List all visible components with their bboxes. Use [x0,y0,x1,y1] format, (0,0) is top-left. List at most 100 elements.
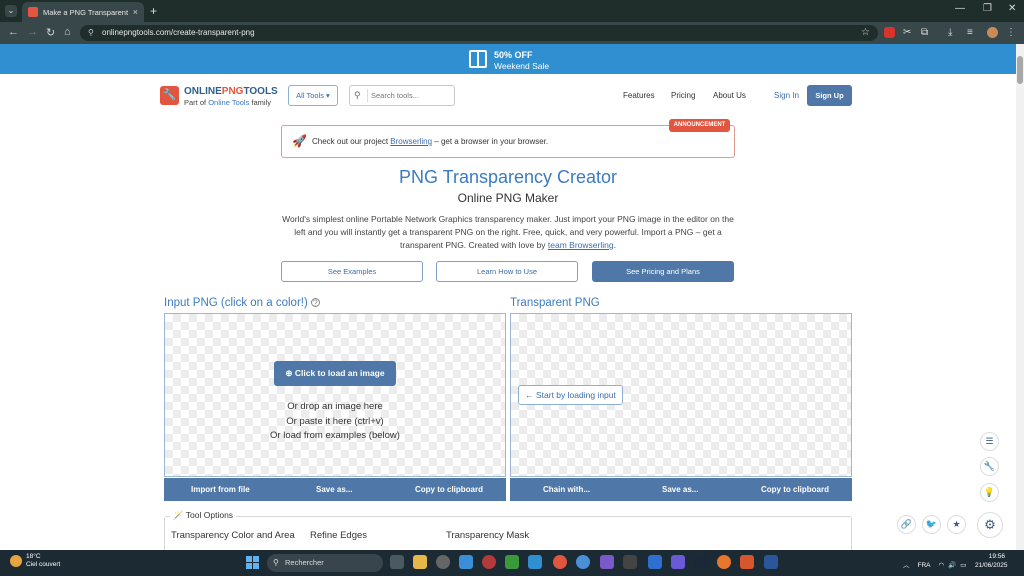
site-info-icon[interactable]: ⚲ [88,25,94,41]
app-icon[interactable] [459,555,473,569]
browserling-link[interactable]: Browserling [390,137,432,146]
reload-icon[interactable]: ↻ [46,26,55,39]
nav-features[interactable]: Features [623,91,655,100]
forward-icon[interactable]: → [27,26,38,38]
teams-icon[interactable] [671,555,685,569]
list-icon[interactable]: ☰ [980,432,999,451]
extension-puzzle-icon[interactable]: ✂ [903,27,914,38]
new-tab-button[interactable]: + [150,4,157,18]
input-image-area[interactable] [164,313,506,477]
settings-gear-icon[interactable]: ⚙ [977,512,1003,538]
download-icon[interactable]: ⤓ [948,27,959,38]
task-view-icon[interactable] [390,555,404,569]
app-icon[interactable] [648,555,662,569]
system-tray[interactable]: ︿ FRA ◠ 🔊 ▭ [903,559,966,569]
logo-subtitle: Part of Online Tools family [184,98,271,107]
team-browserling-link[interactable]: team Browserling [548,240,614,250]
tool-description: World's simplest online Portable Network… [279,213,737,252]
profile-avatar[interactable] [987,27,998,38]
maximize-icon[interactable]: ❐ [983,3,992,14]
input-save-as-button[interactable]: Save as... [316,485,352,494]
taskbar-search-icon: ⚲ [273,558,279,567]
start-loading-button[interactable]: ← Start by loading input [518,385,623,405]
tab-close-icon[interactable]: × [133,7,138,17]
help-icon[interactable]: ? [310,298,320,308]
app-icon[interactable] [528,555,542,569]
chrome-icon[interactable] [576,555,590,569]
wifi-icon[interactable]: ◠ [939,562,945,569]
volume-icon[interactable]: 🔊 [948,562,956,569]
link-icon[interactable]: 🔗 [897,515,916,534]
app-icon[interactable] [436,555,450,569]
learn-how-button[interactable]: Learn How to Use [436,261,578,282]
tab-search-icon[interactable]: ⌄ [5,5,17,17]
all-tools-dropdown[interactable]: All Tools ▾ [288,85,338,106]
browser-tab[interactable]: Make a PNG Transparent – Onl × [22,2,144,22]
sign-up-button[interactable]: Sign Up [807,85,852,106]
site-logo[interactable]: ONLINEPNGTOOLS [184,86,278,97]
bookmark-star-icon[interactable]: ☆ [861,25,870,41]
language-indicator[interactable]: FRA [918,562,931,569]
twitter-icon[interactable]: 🐦 [922,515,941,534]
app-icon[interactable] [740,555,754,569]
load-image-button[interactable]: ⊕ Click to load an image [274,361,396,386]
arrow-left-icon: ← [525,390,536,400]
logo-part3: TOOLS [243,86,278,97]
app-icon[interactable] [623,555,637,569]
chrome-icon[interactable] [553,555,567,569]
xbox-icon[interactable] [505,555,519,569]
nav-pricing[interactable]: Pricing [671,91,695,100]
drop-line: Or drop an image here [287,401,383,412]
output-copy-clipboard-button[interactable]: Copy to clipboard [761,485,829,494]
battery-icon[interactable]: ▭ [960,562,966,569]
home-icon[interactable]: ⌂ [64,26,71,38]
taskbar-search[interactable]: ⚲ Rechercher [267,554,383,572]
plus-circle-icon: ⊕ [285,368,295,378]
nav-about-us[interactable]: About Us [713,91,746,100]
date: 21/06/2025 [975,561,1008,569]
see-examples-button[interactable]: See Examples [281,261,423,282]
weather-icon[interactable] [10,555,22,567]
clock[interactable]: 19:56 21/06/2025 [975,553,1008,570]
firefox-icon[interactable] [717,555,731,569]
star-icon[interactable]: ★ [947,515,966,534]
input-panel-title: Input PNG (click on a color!)? [164,297,320,309]
promo-line1: 50% OFF [494,50,533,60]
page-scrollbar[interactable] [1016,44,1024,550]
lightbulb-icon[interactable]: 💡 [980,483,999,502]
wrench-icon[interactable]: 🔧 [980,457,999,476]
logo-wrench-icon[interactable]: 🔧 [160,86,179,105]
pricing-plans-button[interactable]: See Pricing and Plans [592,261,734,282]
search-input[interactable] [367,89,452,102]
url-field[interactable]: ⚲ onlinepngtools.com/create-transparent-… [80,25,878,41]
steam-icon[interactable] [694,555,708,569]
tab-title: Make a PNG Transparent – Onl [43,7,129,17]
menu-icon[interactable]: ⋮ [1006,27,1017,38]
file-explorer-icon[interactable] [413,555,427,569]
promo-banner[interactable]: 50% OFF Weekend Sale [0,44,1016,74]
reading-list-icon[interactable]: ≡ [967,27,978,38]
import-from-file-button[interactable]: Import from file [191,485,250,494]
rocket-icon: 🚀 [292,134,307,148]
back-icon[interactable]: ← [8,26,19,38]
app-icon[interactable] [482,555,496,569]
windows-start-icon[interactable] [246,556,259,569]
tray-chevron-icon[interactable]: ︿ [903,562,910,569]
extension-icon[interactable] [884,27,895,38]
close-window-icon[interactable]: ✕ [1008,3,1016,14]
temperature: 18°C [26,553,41,560]
app-icon[interactable] [600,555,614,569]
page-subtitle: Online PNG Maker [457,191,559,205]
scrollbar-thumb[interactable] [1017,56,1023,84]
input-copy-clipboard-button[interactable]: Copy to clipboard [415,485,483,494]
extensions-icon[interactable]: ⧉ [921,27,932,38]
page-title: PNG Transparency Creator [398,167,618,187]
sign-in-link[interactable]: Sign In [774,91,799,100]
search-box[interactable]: ⚲ [349,85,455,106]
weather-widget[interactable]: 18°C Ciel couvert [26,553,60,569]
word-icon[interactable] [764,555,778,569]
online-tools-link[interactable]: Online Tools [208,98,249,107]
output-save-as-button[interactable]: Save as... [662,485,698,494]
chain-with-button[interactable]: Chain with... [543,485,590,494]
minimize-icon[interactable]: — [955,3,965,14]
